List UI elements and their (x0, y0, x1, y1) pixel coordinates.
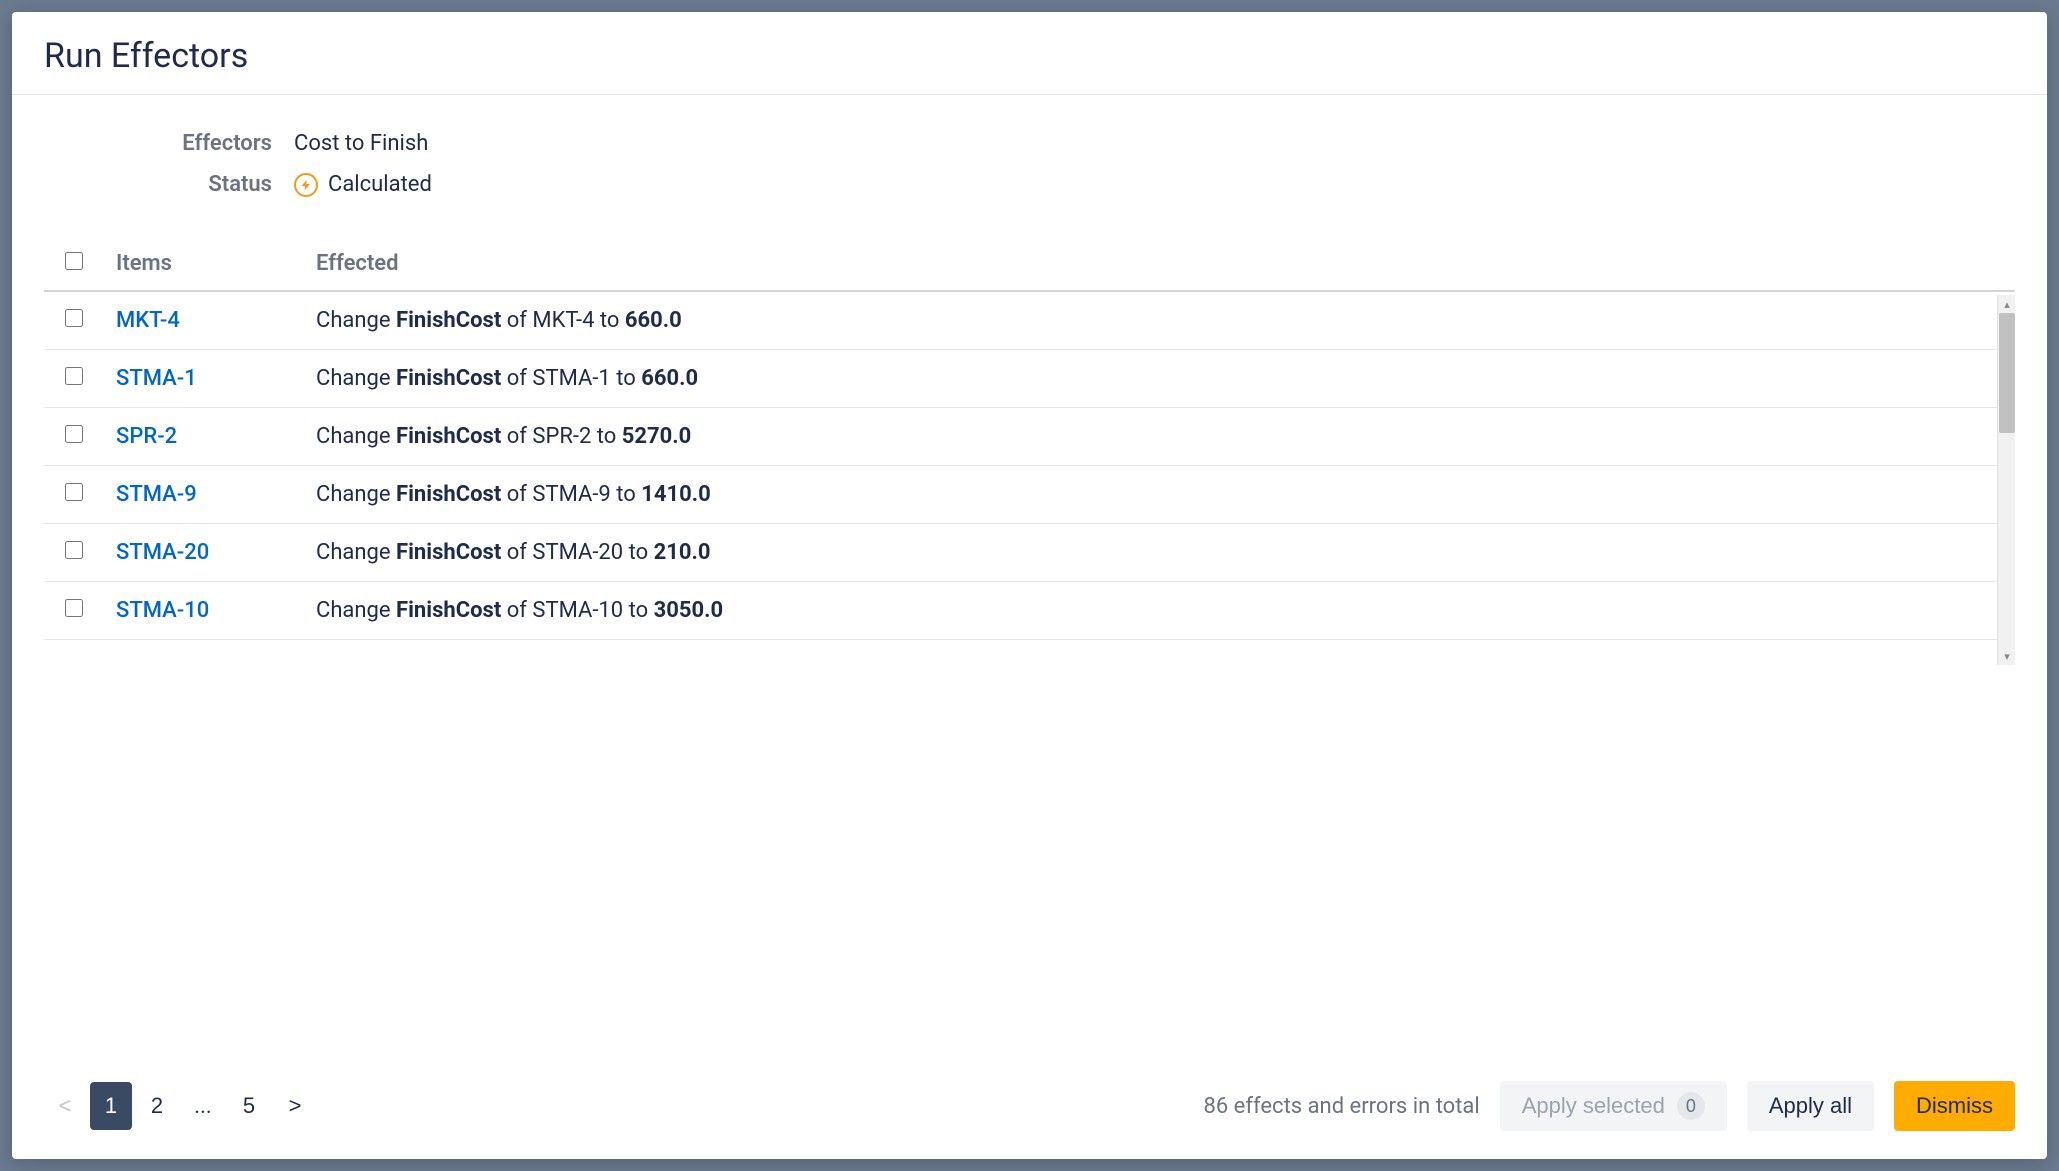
header-checkbox-cell (44, 237, 104, 291)
effectors-row: Effectors Cost to Finish (44, 131, 2015, 156)
status-text: Calculated (328, 172, 432, 197)
row-checkbox[interactable] (65, 483, 83, 501)
pagination: < 1 2 ... 5 > (44, 1082, 316, 1130)
row-effect-cell: Change FinishCost of STMA-20 to 210.0 (304, 524, 2015, 582)
item-link[interactable]: MKT-4 (116, 308, 180, 333)
modal-header: Run Effectors (12, 12, 2047, 95)
row-checkbox-cell (44, 408, 104, 466)
row-checkbox-cell (44, 524, 104, 582)
header-items: Items (104, 237, 304, 291)
modal-title: Run Effectors (44, 36, 2015, 76)
page-prev-button[interactable]: < (44, 1082, 86, 1130)
row-checkbox[interactable] (65, 599, 83, 617)
header-effected: Effected (304, 237, 2015, 291)
row-effect-cell: Change FinishCost of STMA-9 to 1410.0 (304, 466, 2015, 524)
row-checkbox-cell (44, 582, 104, 640)
row-item-cell: SPR-2 (104, 408, 304, 466)
info-section: Effectors Cost to Finish Status Calculat… (12, 131, 2047, 237)
effect-text: Change FinishCost of MKT-4 to 660.0 (316, 308, 682, 333)
table-row: SPR-2 Change FinishCost of SPR-2 to 5270.… (44, 408, 2015, 466)
effect-text: Change FinishCost of STMA-10 to 3050.0 (316, 598, 723, 623)
effectors-label: Effectors (44, 131, 294, 156)
modal-footer: < 1 2 ... 5 > 86 effects and errors in t… (12, 1053, 2047, 1159)
effect-text: Change FinishCost of SPR-2 to 5270.0 (316, 424, 691, 449)
item-link[interactable]: STMA-10 (116, 598, 209, 623)
effect-text: Change FinishCost of STMA-1 to 660.0 (316, 366, 698, 391)
page-next-button[interactable]: > (274, 1082, 316, 1130)
status-label: Status (44, 172, 294, 197)
item-link[interactable]: STMA-9 (116, 482, 197, 507)
table-wrapper: Items Effected MKT-4 Change FinishCost of… (12, 237, 2047, 1053)
scrollbar-track[interactable]: ▴ ▾ (1997, 295, 2015, 665)
apply-selected-button[interactable]: Apply selected 0 (1500, 1081, 1727, 1131)
effect-text: Change FinishCost of STMA-20 to 210.0 (316, 540, 710, 565)
table-row: MKT-4 Change FinishCost of MKT-4 to 660.0 (44, 291, 2015, 350)
effectors-value: Cost to Finish (294, 131, 428, 156)
table-header: Items Effected (44, 237, 2015, 291)
effects-table: Items Effected MKT-4 Change FinishCost of… (44, 237, 2015, 640)
status-value: Calculated (294, 172, 432, 197)
page-1-button[interactable]: 1 (90, 1082, 132, 1130)
row-checkbox[interactable] (65, 541, 83, 559)
item-link[interactable]: STMA-20 (116, 540, 209, 565)
status-row: Status Calculated (44, 172, 2015, 197)
page-2-button[interactable]: 2 (136, 1082, 178, 1130)
dismiss-button[interactable]: Dismiss (1894, 1081, 2015, 1131)
lightning-icon (294, 173, 318, 197)
row-checkbox[interactable] (65, 309, 83, 327)
row-effect-cell: Change FinishCost of MKT-4 to 660.0 (304, 291, 2015, 350)
row-effect-cell: Change FinishCost of SPR-2 to 5270.0 (304, 408, 2015, 466)
table-body: MKT-4 Change FinishCost of MKT-4 to 660.0… (44, 291, 2015, 640)
modal-body: Effectors Cost to Finish Status Calculat… (12, 95, 2047, 1159)
effect-text: Change FinishCost of STMA-9 to 1410.0 (316, 482, 711, 507)
row-item-cell: STMA-20 (104, 524, 304, 582)
row-item-cell: STMA-10 (104, 582, 304, 640)
table-row: STMA-9 Change FinishCost of STMA-9 to 141… (44, 466, 2015, 524)
table-row: STMA-1 Change FinishCost of STMA-1 to 660… (44, 350, 2015, 408)
total-text: 86 effects and errors in total (1204, 1094, 1480, 1119)
scrollbar-down-arrow-icon[interactable]: ▾ (1998, 647, 2016, 665)
apply-all-button[interactable]: Apply all (1747, 1081, 1874, 1131)
item-link[interactable]: STMA-1 (116, 366, 197, 391)
scrollbar-thumb[interactable] (1999, 313, 2015, 433)
row-item-cell: STMA-1 (104, 350, 304, 408)
table-row: STMA-20 Change FinishCost of STMA-20 to 2… (44, 524, 2015, 582)
apply-selected-count-badge: 0 (1677, 1092, 1705, 1120)
item-link[interactable]: SPR-2 (116, 424, 177, 449)
row-item-cell: STMA-9 (104, 466, 304, 524)
row-checkbox[interactable] (65, 367, 83, 385)
row-effect-cell: Change FinishCost of STMA-1 to 660.0 (304, 350, 2015, 408)
row-effect-cell: Change FinishCost of STMA-10 to 3050.0 (304, 582, 2015, 640)
row-item-cell: MKT-4 (104, 291, 304, 350)
row-checkbox-cell (44, 466, 104, 524)
row-checkbox-cell (44, 350, 104, 408)
run-effectors-modal: Run Effectors Effectors Cost to Finish S… (12, 12, 2047, 1159)
page-ellipsis: ... (182, 1082, 224, 1130)
table-row: STMA-10 Change FinishCost of STMA-10 to 3… (44, 582, 2015, 640)
row-checkbox-cell (44, 291, 104, 350)
page-5-button[interactable]: 5 (228, 1082, 270, 1130)
apply-selected-label: Apply selected (1522, 1093, 1665, 1119)
row-checkbox[interactable] (65, 425, 83, 443)
select-all-checkbox[interactable] (65, 252, 83, 270)
scrollbar-up-arrow-icon[interactable]: ▴ (1998, 295, 2016, 313)
